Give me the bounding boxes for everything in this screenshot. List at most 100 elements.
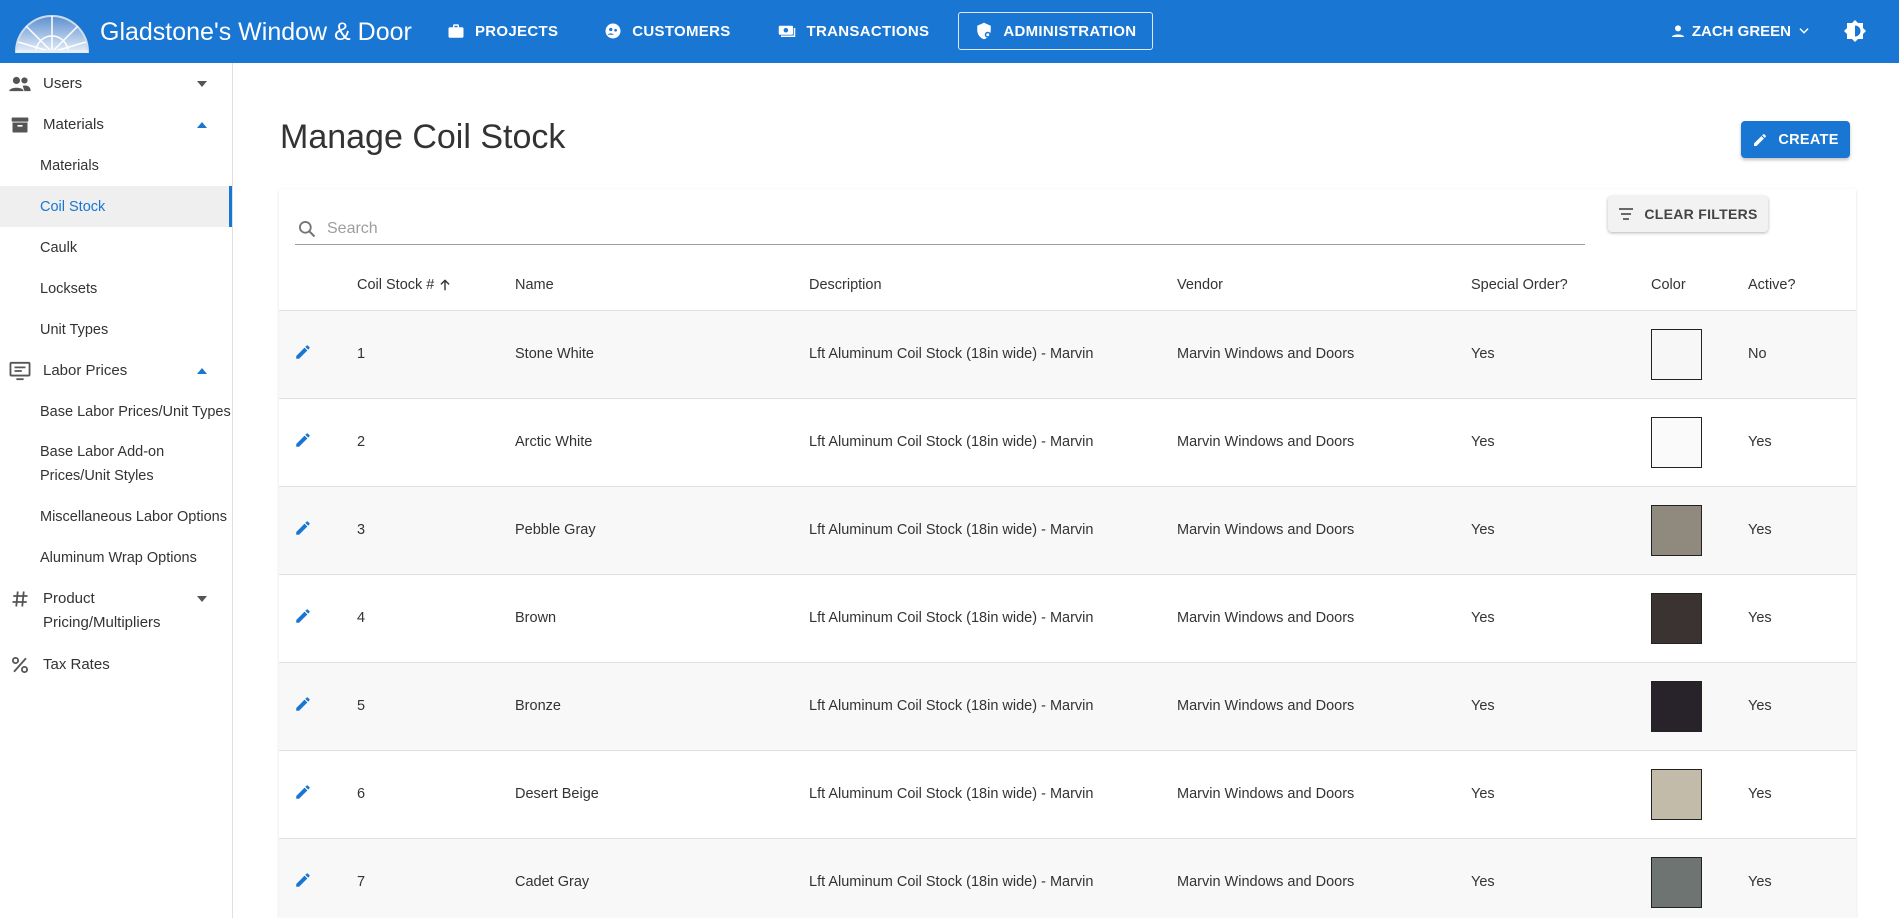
cell-name: Stone White	[515, 346, 594, 362]
briefcase-icon	[448, 24, 464, 38]
table-row: 7 Cadet Gray Lft Aluminum Coil Stock (18…	[279, 838, 1856, 918]
theme-toggle[interactable]	[1843, 19, 1867, 48]
main-nav: PROJECTS CUSTOMERS TRANSACTIONS ADMINIST…	[430, 12, 1165, 50]
nav-administration[interactable]: ADMINISTRATION	[958, 12, 1154, 50]
customers-icon	[605, 23, 621, 39]
table-row: 3 Pebble Gray Lft Aluminum Coil Stock (1…	[279, 486, 1856, 574]
header-coil-stock-number[interactable]: Coil Stock #	[357, 261, 515, 310]
color-swatch	[1651, 504, 1702, 556]
edit-icon[interactable]	[294, 343, 312, 365]
nav-transactions-label: TRANSACTIONS	[806, 22, 930, 40]
create-button[interactable]: CREATE	[1741, 121, 1850, 158]
cell-vendor: Marvin Windows and Doors	[1177, 434, 1355, 450]
caret-up-icon	[197, 367, 207, 374]
cell-vendor: Marvin Windows and Doors	[1177, 874, 1355, 891]
header-active[interactable]: Active?	[1748, 261, 1856, 310]
cell-vendor: Marvin Windows and Doors	[1177, 698, 1355, 714]
create-button-label: CREATE	[1778, 131, 1839, 148]
cell-name: Pebble Gray	[515, 522, 596, 538]
sidebar-group-labor-prices[interactable]: Labor Prices	[0, 350, 232, 391]
sidebar-group-materials[interactable]: Materials	[0, 104, 232, 145]
edit-icon[interactable]	[294, 519, 312, 541]
edit-icon[interactable]	[294, 783, 312, 805]
cell-description: Lft Aluminum Coil Stock (18in wide) - Ma…	[809, 698, 1094, 714]
search-icon	[299, 220, 316, 237]
app-bar: Gladstone's Window & Door PROJECTS CUSTO…	[0, 0, 1899, 63]
sort-ascending-icon[interactable]	[438, 278, 452, 292]
cell-number: 1	[357, 346, 366, 362]
search-input[interactable]	[327, 219, 1527, 238]
sidebar-group-tax-rates[interactable]: Tax Rates	[0, 644, 232, 685]
sidebar-item-locksets[interactable]: Locksets	[0, 268, 232, 309]
header-special-order[interactable]: Special Order?	[1471, 261, 1651, 310]
header-description[interactable]: Description	[809, 261, 1177, 310]
cell-name: Cadet Gray	[515, 874, 590, 891]
cell-special-order: Yes	[1471, 434, 1495, 450]
cell-name: Desert Beige	[515, 786, 599, 802]
clear-filters-label: CLEAR FILTERS	[1644, 206, 1758, 222]
percent-icon	[9, 654, 31, 676]
sidebar-materials-label: Materials	[43, 115, 104, 133]
search-bar	[295, 213, 1585, 245]
brand-name: Gladstone's Window & Door	[100, 17, 412, 46]
cell-name: Arctic White	[515, 434, 593, 450]
cell-vendor: Marvin Windows and Doors	[1177, 786, 1355, 802]
sidebar-item-unit-types[interactable]: Unit Types	[0, 309, 232, 350]
header-vendor[interactable]: Vendor	[1177, 261, 1471, 310]
sidebar-group-users[interactable]: Users	[0, 63, 232, 104]
sidebar-item-misc-labor-options[interactable]: Miscellaneous Labor Options	[0, 496, 232, 537]
sidebar-item-coil-stock[interactable]: Coil Stock	[0, 186, 232, 227]
edit-icon[interactable]	[294, 695, 312, 717]
edit-icon[interactable]	[294, 431, 312, 453]
sidebar-item-caulk[interactable]: Caulk	[0, 227, 232, 268]
nav-customers[interactable]: CUSTOMERS	[587, 12, 747, 50]
caret-down-icon	[197, 596, 207, 602]
header-coil-stock-label: Coil Stock #	[357, 277, 435, 294]
sidebar: Users Materials Materials Coil Stock Cau…	[0, 63, 233, 918]
cell-number: 4	[357, 610, 366, 626]
edit-icon[interactable]	[294, 871, 312, 893]
coil-stock-table: Coil Stock # Name Description Vendor Spe…	[279, 261, 1856, 918]
table-row: 1 Stone White Lft Aluminum Coil Stock (1…	[279, 310, 1856, 398]
sidebar-product-pricing-label: Product Pricing/Multipliers	[43, 590, 161, 631]
cell-special-order: Yes	[1471, 522, 1495, 538]
cell-description: Lft Aluminum Coil Stock (18in wide) - Ma…	[809, 874, 1094, 891]
nav-transactions[interactable]: TRANSACTIONS	[760, 12, 947, 50]
sidebar-labor-prices-label: Labor Prices	[43, 361, 128, 379]
table-row: 6 Desert Beige Lft Aluminum Coil Stock (…	[279, 750, 1856, 838]
sidebar-item-base-labor-addon-prices[interactable]: Base Labor Add-on Prices/Unit Styles	[0, 432, 232, 496]
hash-icon	[9, 588, 31, 610]
cell-number: 5	[357, 698, 366, 714]
cell-description: Lft Aluminum Coil Stock (18in wide) - Ma…	[809, 522, 1094, 538]
cell-description: Lft Aluminum Coil Stock (18in wide) - Ma…	[809, 786, 1094, 802]
labor-prices-icon	[9, 360, 31, 382]
transactions-icon	[778, 25, 795, 37]
edit-icon[interactable]	[294, 607, 312, 629]
color-swatch	[1651, 592, 1702, 644]
nav-projects-label: PROJECTS	[475, 22, 559, 40]
sidebar-item-materials[interactable]: Materials	[0, 145, 232, 186]
cell-active: Yes	[1748, 698, 1772, 714]
brightness-icon	[1844, 20, 1866, 42]
sidebar-item-aluminum-wrap-options[interactable]: Aluminum Wrap Options	[0, 537, 232, 578]
brand[interactable]: Gladstone's Window & Door	[14, 10, 412, 54]
header-name[interactable]: Name	[515, 261, 809, 310]
user-menu[interactable]: ZACH GREEN	[1664, 20, 1817, 42]
nav-customers-label: CUSTOMERS	[632, 22, 731, 40]
admin-shield-icon	[977, 22, 992, 40]
clear-filters-button[interactable]: CLEAR FILTERS	[1608, 196, 1768, 232]
cell-description: Lft Aluminum Coil Stock (18in wide) - Ma…	[809, 610, 1094, 626]
cell-description: Lft Aluminum Coil Stock (18in wide) - Ma…	[809, 346, 1094, 362]
color-swatch	[1651, 856, 1702, 908]
cell-active: Yes	[1748, 434, 1772, 450]
header-color[interactable]: Color	[1651, 261, 1748, 310]
nav-projects[interactable]: PROJECTS	[430, 12, 575, 50]
sidebar-item-base-labor-prices[interactable]: Base Labor Prices/Unit Types	[0, 391, 232, 432]
sidebar-group-product-pricing[interactable]: Product Pricing/Multipliers	[0, 578, 232, 644]
cell-special-order: Yes	[1471, 786, 1495, 802]
logo-icon	[14, 15, 90, 53]
color-swatch	[1651, 680, 1702, 732]
cell-number: 3	[357, 522, 366, 538]
cell-special-order: Yes	[1471, 698, 1495, 714]
filter-list-icon	[1619, 208, 1634, 220]
